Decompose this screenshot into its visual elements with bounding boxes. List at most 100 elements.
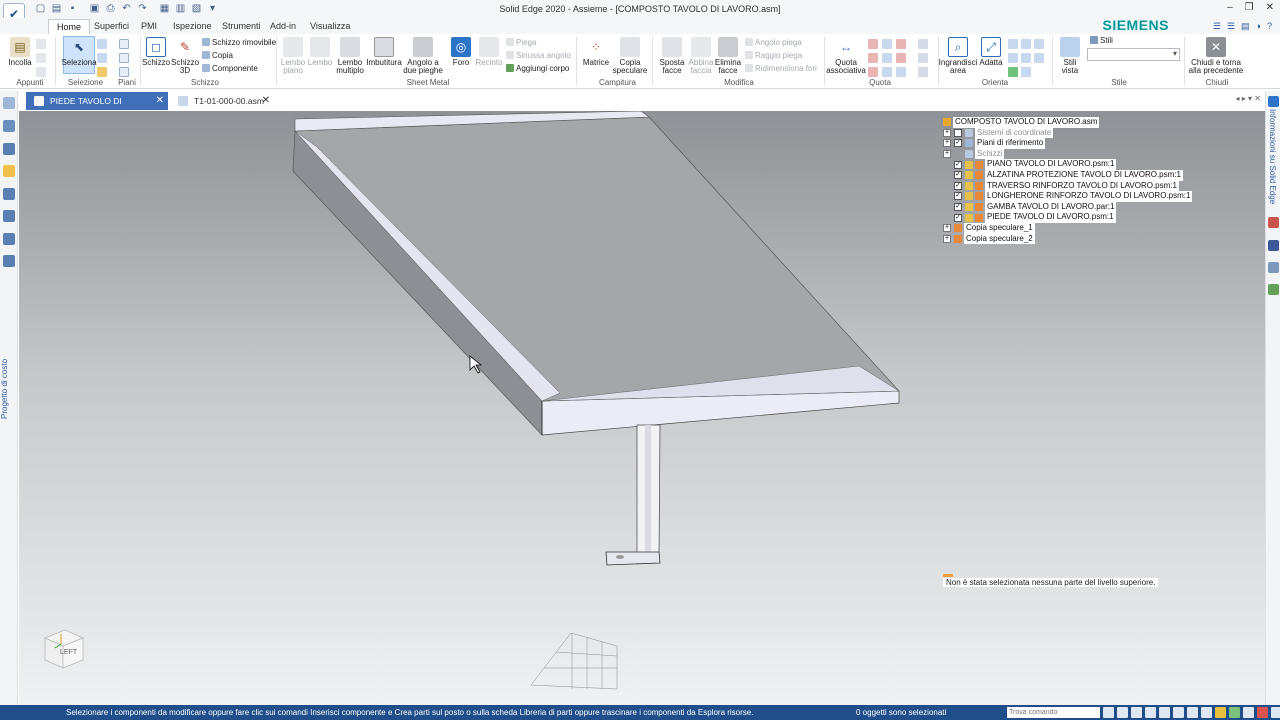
- expand-icon[interactable]: +: [943, 128, 951, 137]
- tab-pmi[interactable]: PMI: [133, 19, 165, 34]
- close-document-icon[interactable]: ✕: [1254, 94, 1261, 103]
- fit-icon[interactable]: [1131, 707, 1142, 718]
- visibility-checkbox[interactable]: ✓: [954, 181, 962, 190]
- visibility-checkbox[interactable]: ✓: [954, 160, 962, 169]
- delete-faces-button[interactable]: Elimina facce: [714, 37, 742, 75]
- section-icon[interactable]: [1201, 707, 1212, 718]
- copy-sketch-button[interactable]: Copia: [202, 51, 233, 61]
- component-sketch-button[interactable]: Componente: [202, 64, 258, 74]
- break-corner-button[interactable]: Sinussa angolo: [506, 51, 571, 61]
- select-tools-icon[interactable]: [97, 53, 107, 63]
- dim-tool-4-icon[interactable]: [882, 39, 892, 49]
- fit-button[interactable]: ⤢ Adatta: [977, 37, 1005, 67]
- family-icon[interactable]: [3, 165, 15, 177]
- pan-icon[interactable]: [1008, 53, 1018, 63]
- cost-project-panel-label[interactable]: Progetto di costo: [0, 349, 18, 429]
- pan-icon[interactable]: [1145, 707, 1156, 718]
- visibility-checkbox[interactable]: ✓: [954, 171, 962, 180]
- bend-angle-button[interactable]: Angolo piega: [745, 38, 802, 48]
- tab-list-icon[interactable]: ▾: [1248, 94, 1252, 103]
- tree-item[interactable]: + ✓ Piani di riferimento: [943, 138, 1192, 149]
- rotate-icon[interactable]: [1008, 67, 1018, 77]
- cut-icon[interactable]: [36, 39, 46, 49]
- full-screen-icon[interactable]: [1271, 707, 1280, 718]
- style-dropdown[interactable]: [1087, 48, 1180, 61]
- layers-icon[interactable]: [3, 120, 15, 132]
- two-bend-corner-button[interactable]: Angolo a due pieghe: [401, 37, 445, 75]
- sketch-3d-button[interactable]: ✎ Schizzo 3D: [171, 37, 199, 75]
- contour-flange-button[interactable]: Lembo multiplo: [334, 37, 366, 75]
- annotation-3-icon[interactable]: [918, 67, 928, 77]
- mirror-copy-button[interactable]: Copia speculare: [612, 37, 648, 75]
- select-button[interactable]: ⬉ Seleziona: [61, 36, 97, 74]
- tab-strumenti[interactable]: Strumenti: [214, 19, 269, 34]
- visibility-checkbox[interactable]: [954, 128, 962, 137]
- close-and-return-button[interactable]: ✕ Chiudi e torna alla precedente: [1187, 37, 1245, 75]
- expand-icon[interactable]: +: [943, 234, 951, 243]
- cutout-button[interactable]: Recinto: [475, 37, 503, 67]
- minimize-icon[interactable]: –: [1227, 2, 1233, 13]
- tree-item[interactable]: + Copia speculare_1: [943, 222, 1192, 234]
- tab-home[interactable]: Home: [48, 19, 91, 34]
- style-icon[interactable]: [1229, 707, 1240, 718]
- expand-icon[interactable]: +: [943, 150, 951, 159]
- dim-tool-1-icon[interactable]: [868, 39, 878, 49]
- removable-sketch-button[interactable]: Schizzo rimovibile: [202, 38, 276, 48]
- assembly-tools-icon[interactable]: [3, 233, 15, 245]
- zoom-area-button[interactable]: ⌕ Ingrandisci area: [939, 37, 977, 75]
- view-4-icon[interactable]: [1034, 39, 1044, 49]
- zoom-icon[interactable]: [1008, 39, 1018, 49]
- tree-item[interactable]: ✓ ALZATINA PROTEZIONE TAVOLO DI LAVORO.p…: [943, 169, 1192, 181]
- dim-tool-6-icon[interactable]: [882, 67, 892, 77]
- bend-radius-button[interactable]: Raggio piega: [745, 51, 802, 61]
- tab-add-in[interactable]: Add-in: [262, 19, 304, 34]
- flange-button[interactable]: Lembo: [308, 37, 332, 67]
- dim-tool-9-icon[interactable]: [896, 67, 906, 77]
- community-icon[interactable]: [1268, 284, 1279, 295]
- close-tab-icon[interactable]: ✕: [262, 92, 270, 110]
- tab-next-icon[interactable]: ▸: [1242, 94, 1246, 103]
- view-styles-button[interactable]: Stili vista: [1055, 37, 1085, 75]
- close-window-icon[interactable]: ✕: [1266, 2, 1274, 13]
- facebook-icon[interactable]: [1268, 240, 1279, 251]
- select-color-icon[interactable]: [97, 67, 107, 77]
- zoom-icon[interactable]: [1117, 707, 1128, 718]
- library-icon[interactable]: [3, 188, 15, 200]
- dim-tool-8-icon[interactable]: [896, 53, 906, 63]
- copy-icon[interactable]: [36, 53, 46, 63]
- document-tab-t1[interactable]: T1-01-000-00.asm ✕: [170, 92, 274, 110]
- pattern-button[interactable]: ⁘ Matrice: [581, 37, 611, 67]
- tab-visualizza[interactable]: Visualizza: [302, 19, 358, 34]
- youtube-icon[interactable]: [1268, 217, 1279, 228]
- paste-button[interactable]: ▤ Incolla: [7, 37, 33, 67]
- tree-item[interactable]: + Copia speculare_2: [943, 233, 1192, 245]
- relationships-icon[interactable]: [3, 210, 15, 222]
- add-body-button[interactable]: Aggiungi corpo: [506, 64, 569, 74]
- visibility-checkbox[interactable]: ✓: [954, 192, 962, 201]
- view-3-icon[interactable]: [1021, 67, 1031, 77]
- close-tab-icon[interactable]: ✕: [156, 92, 164, 110]
- tab-ispezione[interactable]: Ispezione: [165, 19, 220, 34]
- info-icon[interactable]: [1268, 96, 1279, 107]
- tree-item[interactable]: ✓ PIANO TAVOLO DI LAVORO.psm:1: [943, 159, 1192, 170]
- tree-item[interactable]: ✓ PIEDE TAVOLO DI LAVORO.psm:1: [943, 212, 1192, 223]
- dim-tool-3-icon[interactable]: [868, 67, 878, 77]
- layout-2-icon[interactable]: ☰: [1227, 21, 1235, 32]
- hole-button[interactable]: ◎ Foro: [448, 37, 474, 67]
- sketch-button[interactable]: ◻ Schizzo: [142, 37, 170, 67]
- highlight-icon[interactable]: [1215, 707, 1226, 718]
- view-1-icon[interactable]: [1021, 39, 1031, 49]
- plane-2-icon[interactable]: [119, 53, 129, 63]
- associative-dimension-button[interactable]: ↔ Quota associativa: [826, 37, 866, 75]
- dimple-button[interactable]: Imbutitura: [366, 37, 402, 67]
- tree-item[interactable]: ✓ GAMBA TAVOLO DI LAVORO.par:1: [943, 201, 1192, 213]
- dim-tool-2-icon[interactable]: [868, 53, 878, 63]
- help-icon[interactable]: ?: [1267, 21, 1272, 32]
- grid-icon[interactable]: [1243, 707, 1254, 718]
- solid-edge-info-panel-label[interactable]: Informazioni su Solid Edge: [1268, 109, 1277, 204]
- styles-button[interactable]: Stili: [1090, 36, 1113, 46]
- record-icon[interactable]: [1257, 707, 1268, 718]
- view-icon[interactable]: [1173, 707, 1184, 718]
- view-5-icon[interactable]: [1034, 53, 1044, 63]
- expand-icon[interactable]: +: [943, 224, 951, 233]
